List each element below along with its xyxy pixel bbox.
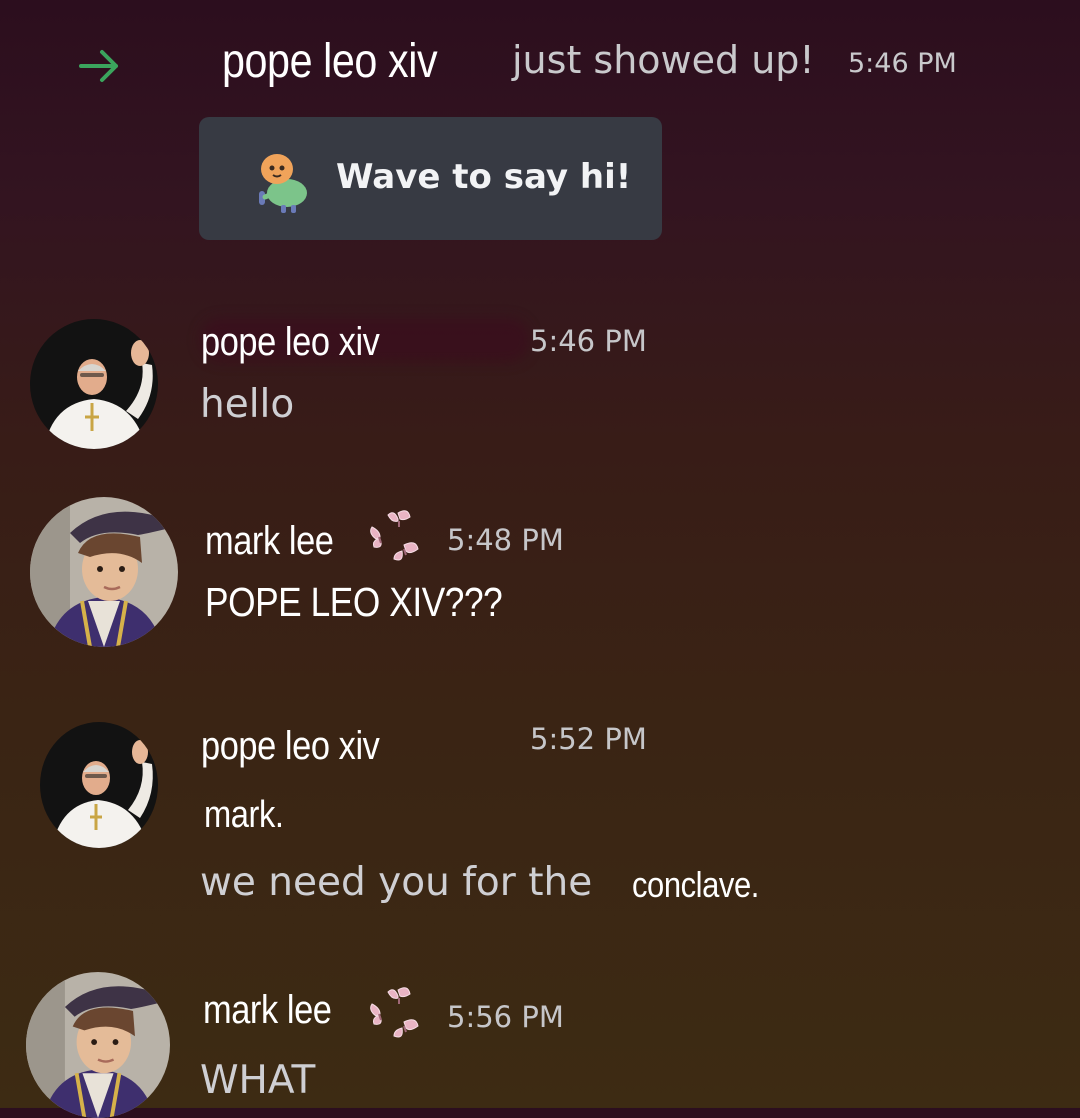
message-timestamp: 5:48 PM (447, 523, 564, 557)
message-text: hello (200, 382, 295, 427)
message-text: we need you for the (200, 860, 593, 905)
message-timestamp: 5:52 PM (530, 722, 647, 756)
message-timestamp: 5:56 PM (447, 1000, 564, 1034)
message-text: POPE LEO XIV??? (205, 579, 503, 625)
system-username[interactable]: pope leo xiv (222, 34, 438, 89)
message-author[interactable]: pope leo xiv (201, 320, 380, 365)
butterfly-icon (370, 987, 419, 1038)
mark-lee-avatar[interactable] (26, 972, 170, 1118)
message-text: mark. (204, 794, 284, 836)
wave-button[interactable]: Wave to say hi! (199, 117, 662, 240)
system-timestamp: 5:46 PM (848, 48, 957, 79)
mark-lee-avatar[interactable] (30, 497, 178, 647)
message-author[interactable]: mark lee (203, 988, 332, 1033)
pope-avatar[interactable] (40, 722, 158, 848)
message-author[interactable]: pope leo xiv (201, 724, 380, 769)
wave-sticker-icon (259, 154, 307, 213)
system-join-message: pope leo xiv just showed up! 5:46 PM (0, 28, 1080, 98)
system-text: just showed up! (512, 38, 815, 82)
arrow-right-icon (79, 50, 118, 82)
pope-avatar[interactable] (30, 319, 158, 449)
message-text: conclave. (632, 864, 759, 905)
wave-button-label: Wave to say hi! (336, 157, 632, 197)
butterfly-icon (370, 510, 419, 561)
message-text: WHAT (200, 1058, 316, 1103)
message-timestamp: 5:46 PM (530, 324, 647, 358)
message-author[interactable]: mark lee (205, 519, 334, 564)
